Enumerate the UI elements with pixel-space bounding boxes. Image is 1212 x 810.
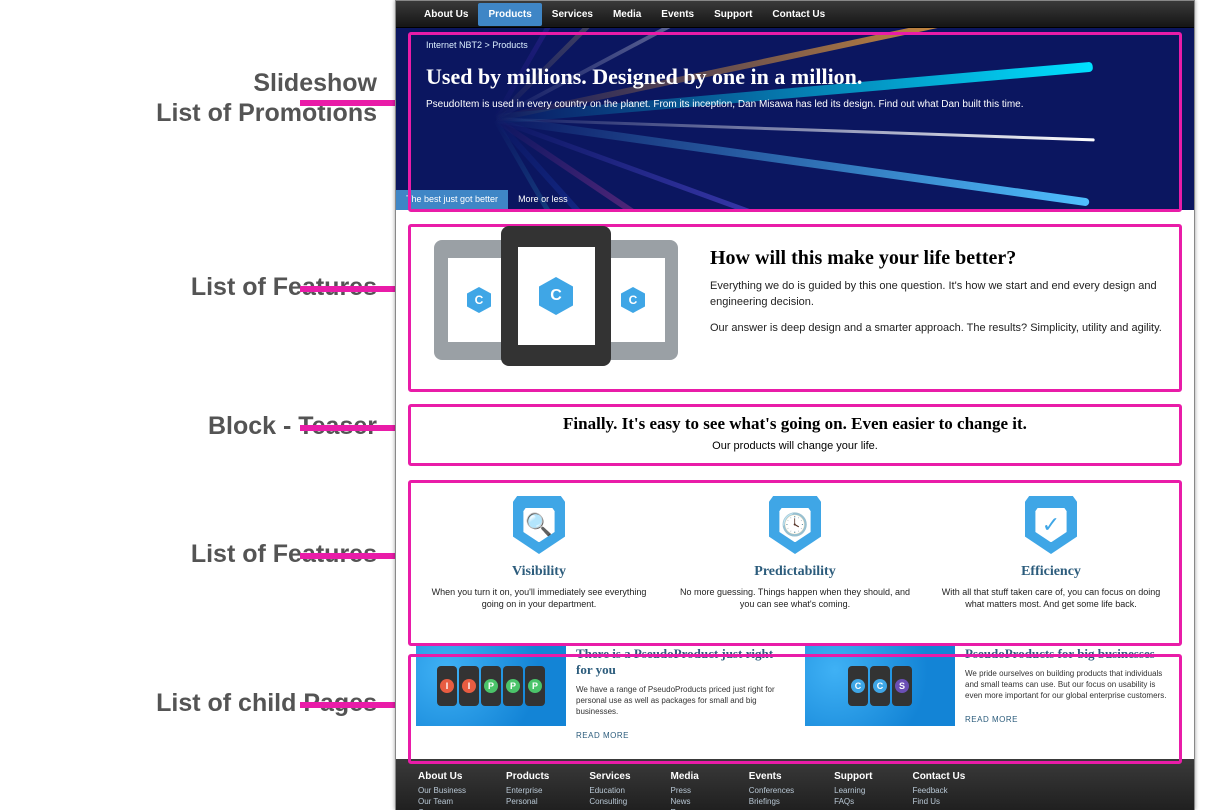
footer-link[interactable]: Find Us [912,797,965,806]
read-more-link[interactable]: READ MORE [576,731,629,740]
footer-link[interactable]: Education [589,786,630,795]
footer-head: Support [834,771,872,782]
footer-link[interactable]: Press [671,786,709,795]
footer-head: Contact Us [912,771,965,782]
footer-col: About Us Our Business Our Team Careers [418,771,466,810]
child-page-body: We have a range of PseudoProducts priced… [576,684,785,717]
footer-link[interactable]: FAQs [834,797,872,806]
teaser-sub: Our products will change your life. [426,440,1164,452]
top-nav: About Us Products Services Media Events … [396,1,1194,28]
footer: About Us Our Business Our Team Careers P… [396,759,1194,810]
footer-link[interactable]: Our Team [418,797,466,806]
feature-list-2: 🔍 Visibility When you turn it on, you'll… [396,488,1194,622]
thumb-image: I I P P P [416,646,566,726]
footer-link[interactable]: Conferences [749,786,794,795]
website-frame: About Us Products Services Media Events … [395,0,1195,810]
footer-link[interactable]: News [671,797,709,806]
feature-list-1: C C C How will this make your life bette… [396,210,1194,382]
nav-item[interactable]: About Us [414,3,478,26]
nav-item[interactable]: Events [651,3,704,26]
breadcrumb[interactable]: Internet NBT2 > Products [426,40,1164,50]
nav-item[interactable]: Support [704,3,762,26]
footer-head: Media [671,771,709,782]
child-page-title: PseudoProducts for big businesses [965,646,1174,662]
thumb-image: C C S [805,646,955,726]
footer-link[interactable]: Learning [834,786,872,795]
footer-head: Products [506,771,549,782]
hero-slideshow[interactable]: Internet NBT2 > Products Used by million… [396,28,1194,210]
child-pages-list: I I P P P There is a PseudoProduct just … [396,634,1194,759]
nav-item[interactable]: Media [603,3,651,26]
footer-link[interactable]: Feedback [912,786,965,795]
footer-head: About Us [418,771,466,782]
feature-title: Efficiency [934,564,1169,580]
search-icon: 🔍 [513,496,565,554]
hero-title: Used by millions. Designed by one in a m… [426,64,1164,90]
hero-body: PseudoItem is used in every country on t… [426,98,1086,112]
child-page-title: There is a PseudoProduct just right for … [576,646,785,678]
feature-body: When you turn it on, you'll immediately … [422,586,657,610]
footer-link[interactable]: Enterprise [506,786,549,795]
nav-item[interactable]: Services [542,3,603,26]
footer-link[interactable]: Our Business [418,786,466,795]
feature-intro-p1: Everything we do is guided by this one q… [710,278,1164,310]
child-page-card[interactable]: C C S PseudoProducts for big businesses … [805,646,1174,743]
feature-body: With all that stuff taken care of, you c… [934,586,1169,610]
feature-card: 🔍 Visibility When you turn it on, you'll… [422,496,657,610]
teaser-title: Finally. It's easy to see what's going o… [426,414,1164,434]
feature-title: Predictability [678,564,913,580]
read-more-link[interactable]: READ MORE [965,715,1018,724]
hero-tabs: The best just got better More or less [396,190,578,210]
hero-tab[interactable]: The best just got better [396,190,508,210]
child-page-card[interactable]: I I P P P There is a PseudoProduct just … [416,646,785,743]
annotation-label-slideshow: SlideshowList of Promotions [156,68,377,128]
hero-tab[interactable]: More or less [508,190,578,210]
check-icon: ✓ [1025,496,1077,554]
teaser-block: Finally. It's easy to see what's going o… [396,402,1194,464]
feature-intro-p2: Our answer is deep design and a smarter … [710,320,1164,336]
feature-body: No more guessing. Things happen when the… [678,586,913,610]
nav-item[interactable]: Products [478,3,541,26]
tablets-image: C C C [426,226,686,366]
footer-head: Services [589,771,630,782]
feature-title: Visibility [422,564,657,580]
footer-link[interactable]: Personal [506,797,549,806]
footer-link[interactable]: Consulting [589,797,630,806]
feature-card: ✓ Efficiency With all that stuff taken c… [934,496,1169,610]
feature-card: 🕓 Predictability No more guessing. Thing… [678,496,913,610]
nav-item[interactable]: Contact Us [762,3,835,26]
child-page-body: We pride ourselves on building products … [965,668,1174,701]
footer-link[interactable]: Briefings [749,797,794,806]
footer-head: Events [749,771,794,782]
clock-icon: 🕓 [769,496,821,554]
feature-intro-title: How will this make your life better? [710,247,1164,270]
